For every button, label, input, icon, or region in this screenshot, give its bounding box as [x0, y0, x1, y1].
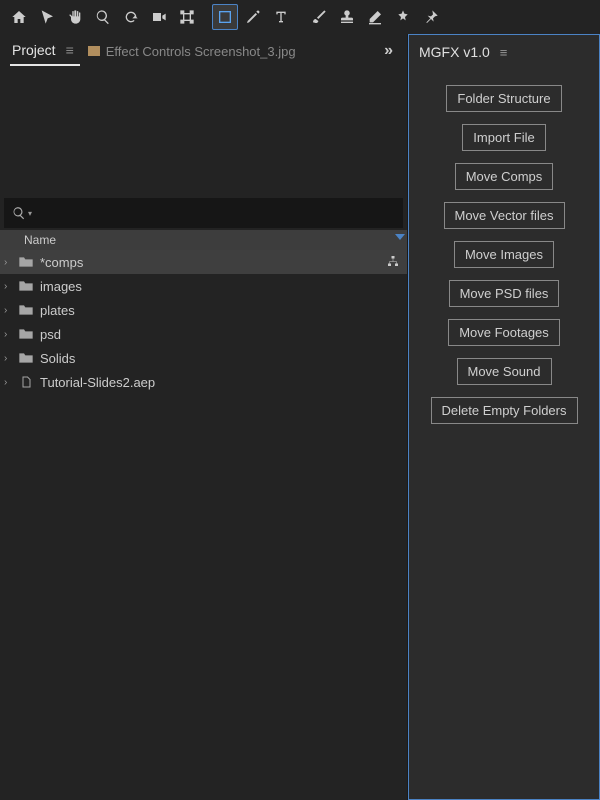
item-label: images [40, 279, 407, 294]
project-item[interactable]: › plates [0, 298, 407, 322]
item-label: Solids [40, 351, 407, 366]
project-item[interactable]: › Solids [0, 346, 407, 370]
brush-icon[interactable] [306, 4, 332, 30]
mgfx-button-list: Folder Structure Import File Move Comps Mov… [409, 69, 599, 440]
orbit-icon[interactable] [118, 4, 144, 30]
mgfx-move-comps-button[interactable]: Move Comps [455, 163, 554, 190]
expand-icon[interactable]: › [4, 329, 12, 340]
pen-icon[interactable] [240, 4, 266, 30]
home-icon[interactable] [6, 4, 32, 30]
pin-icon[interactable] [418, 4, 444, 30]
search-icon [12, 206, 26, 220]
tab-project[interactable]: Project ≡ [10, 36, 80, 66]
mgfx-import-file-button[interactable]: Import File [462, 124, 545, 151]
panel-menu-icon[interactable]: ≡ [62, 42, 78, 58]
folder-icon [18, 352, 34, 364]
mgfx-move-psd-files-button[interactable]: Move PSD files [449, 280, 560, 307]
tab-label: Project [12, 42, 56, 58]
item-label: Tutorial-Slides2.aep [40, 375, 407, 390]
tabs-overflow-icon[interactable]: » [380, 42, 397, 60]
type-icon[interactable] [268, 4, 294, 30]
left-panel-tabs: Project ≡ Effect Controls Screenshot_3.j… [0, 34, 407, 68]
project-preview-area [0, 68, 407, 198]
item-label: plates [40, 303, 407, 318]
eraser-icon[interactable] [362, 4, 388, 30]
project-list: › *comps › images › plates › psd › Solids › Tutoria… [0, 250, 407, 800]
region-icon[interactable] [174, 4, 200, 30]
expand-icon[interactable]: › [4, 377, 12, 388]
folder-icon [18, 256, 34, 268]
expand-icon[interactable]: › [4, 353, 12, 364]
file-icon [18, 376, 34, 388]
item-label: *comps [40, 255, 381, 270]
project-item[interactable]: › *comps [0, 250, 407, 274]
zoom-icon[interactable] [90, 4, 116, 30]
chevron-down-icon: ▾ [28, 209, 32, 218]
roto-icon[interactable] [390, 4, 416, 30]
mgfx-delete-empty-folders-button[interactable]: Delete Empty Folders [431, 397, 578, 424]
mgfx-folder-structure-button[interactable]: Folder Structure [446, 85, 561, 112]
expand-icon[interactable]: › [4, 305, 12, 316]
tab-label: Effect Controls Screenshot_3.jpg [106, 44, 296, 59]
project-panel: Project ≡ Effect Controls Screenshot_3.j… [0, 34, 408, 800]
camera-icon[interactable] [146, 4, 172, 30]
mgfx-move-footages-button[interactable]: Move Footages [448, 319, 560, 346]
project-search[interactable]: ▾ [4, 198, 403, 228]
mgfx-title: MGFX v1.0 [419, 44, 490, 60]
project-item[interactable]: › psd [0, 322, 407, 346]
rectangle-icon[interactable] [212, 4, 238, 30]
expand-icon[interactable]: › [4, 257, 12, 268]
expand-icon[interactable]: › [4, 281, 12, 292]
panel-menu-icon[interactable]: ≡ [500, 45, 508, 60]
column-header-name[interactable]: Name [0, 230, 407, 250]
folder-icon [18, 280, 34, 292]
hand-icon[interactable] [62, 4, 88, 30]
mgfx-move-sound-button[interactable]: Move Sound [457, 358, 552, 385]
folder-icon [18, 328, 34, 340]
tab-effect-controls[interactable]: Effect Controls Screenshot_3.jpg [88, 44, 296, 59]
mgfx-move-vector-files-button[interactable]: Move Vector files [444, 202, 565, 229]
selection-icon[interactable] [34, 4, 60, 30]
file-thumb-icon [88, 46, 100, 56]
top-toolbar [0, 0, 600, 34]
project-item[interactable]: › Tutorial-Slides2.aep [0, 370, 407, 394]
project-item[interactable]: › images [0, 274, 407, 298]
folder-icon [18, 304, 34, 316]
item-label: psd [40, 327, 407, 342]
mgfx-move-images-button[interactable]: Move Images [454, 241, 554, 268]
mgfx-panel-header: MGFX v1.0 ≡ [409, 35, 599, 69]
mgfx-panel: MGFX v1.0 ≡ Folder Structure Import File M… [408, 34, 600, 800]
stamp-icon[interactable] [334, 4, 360, 30]
flowchart-icon[interactable] [387, 255, 399, 270]
